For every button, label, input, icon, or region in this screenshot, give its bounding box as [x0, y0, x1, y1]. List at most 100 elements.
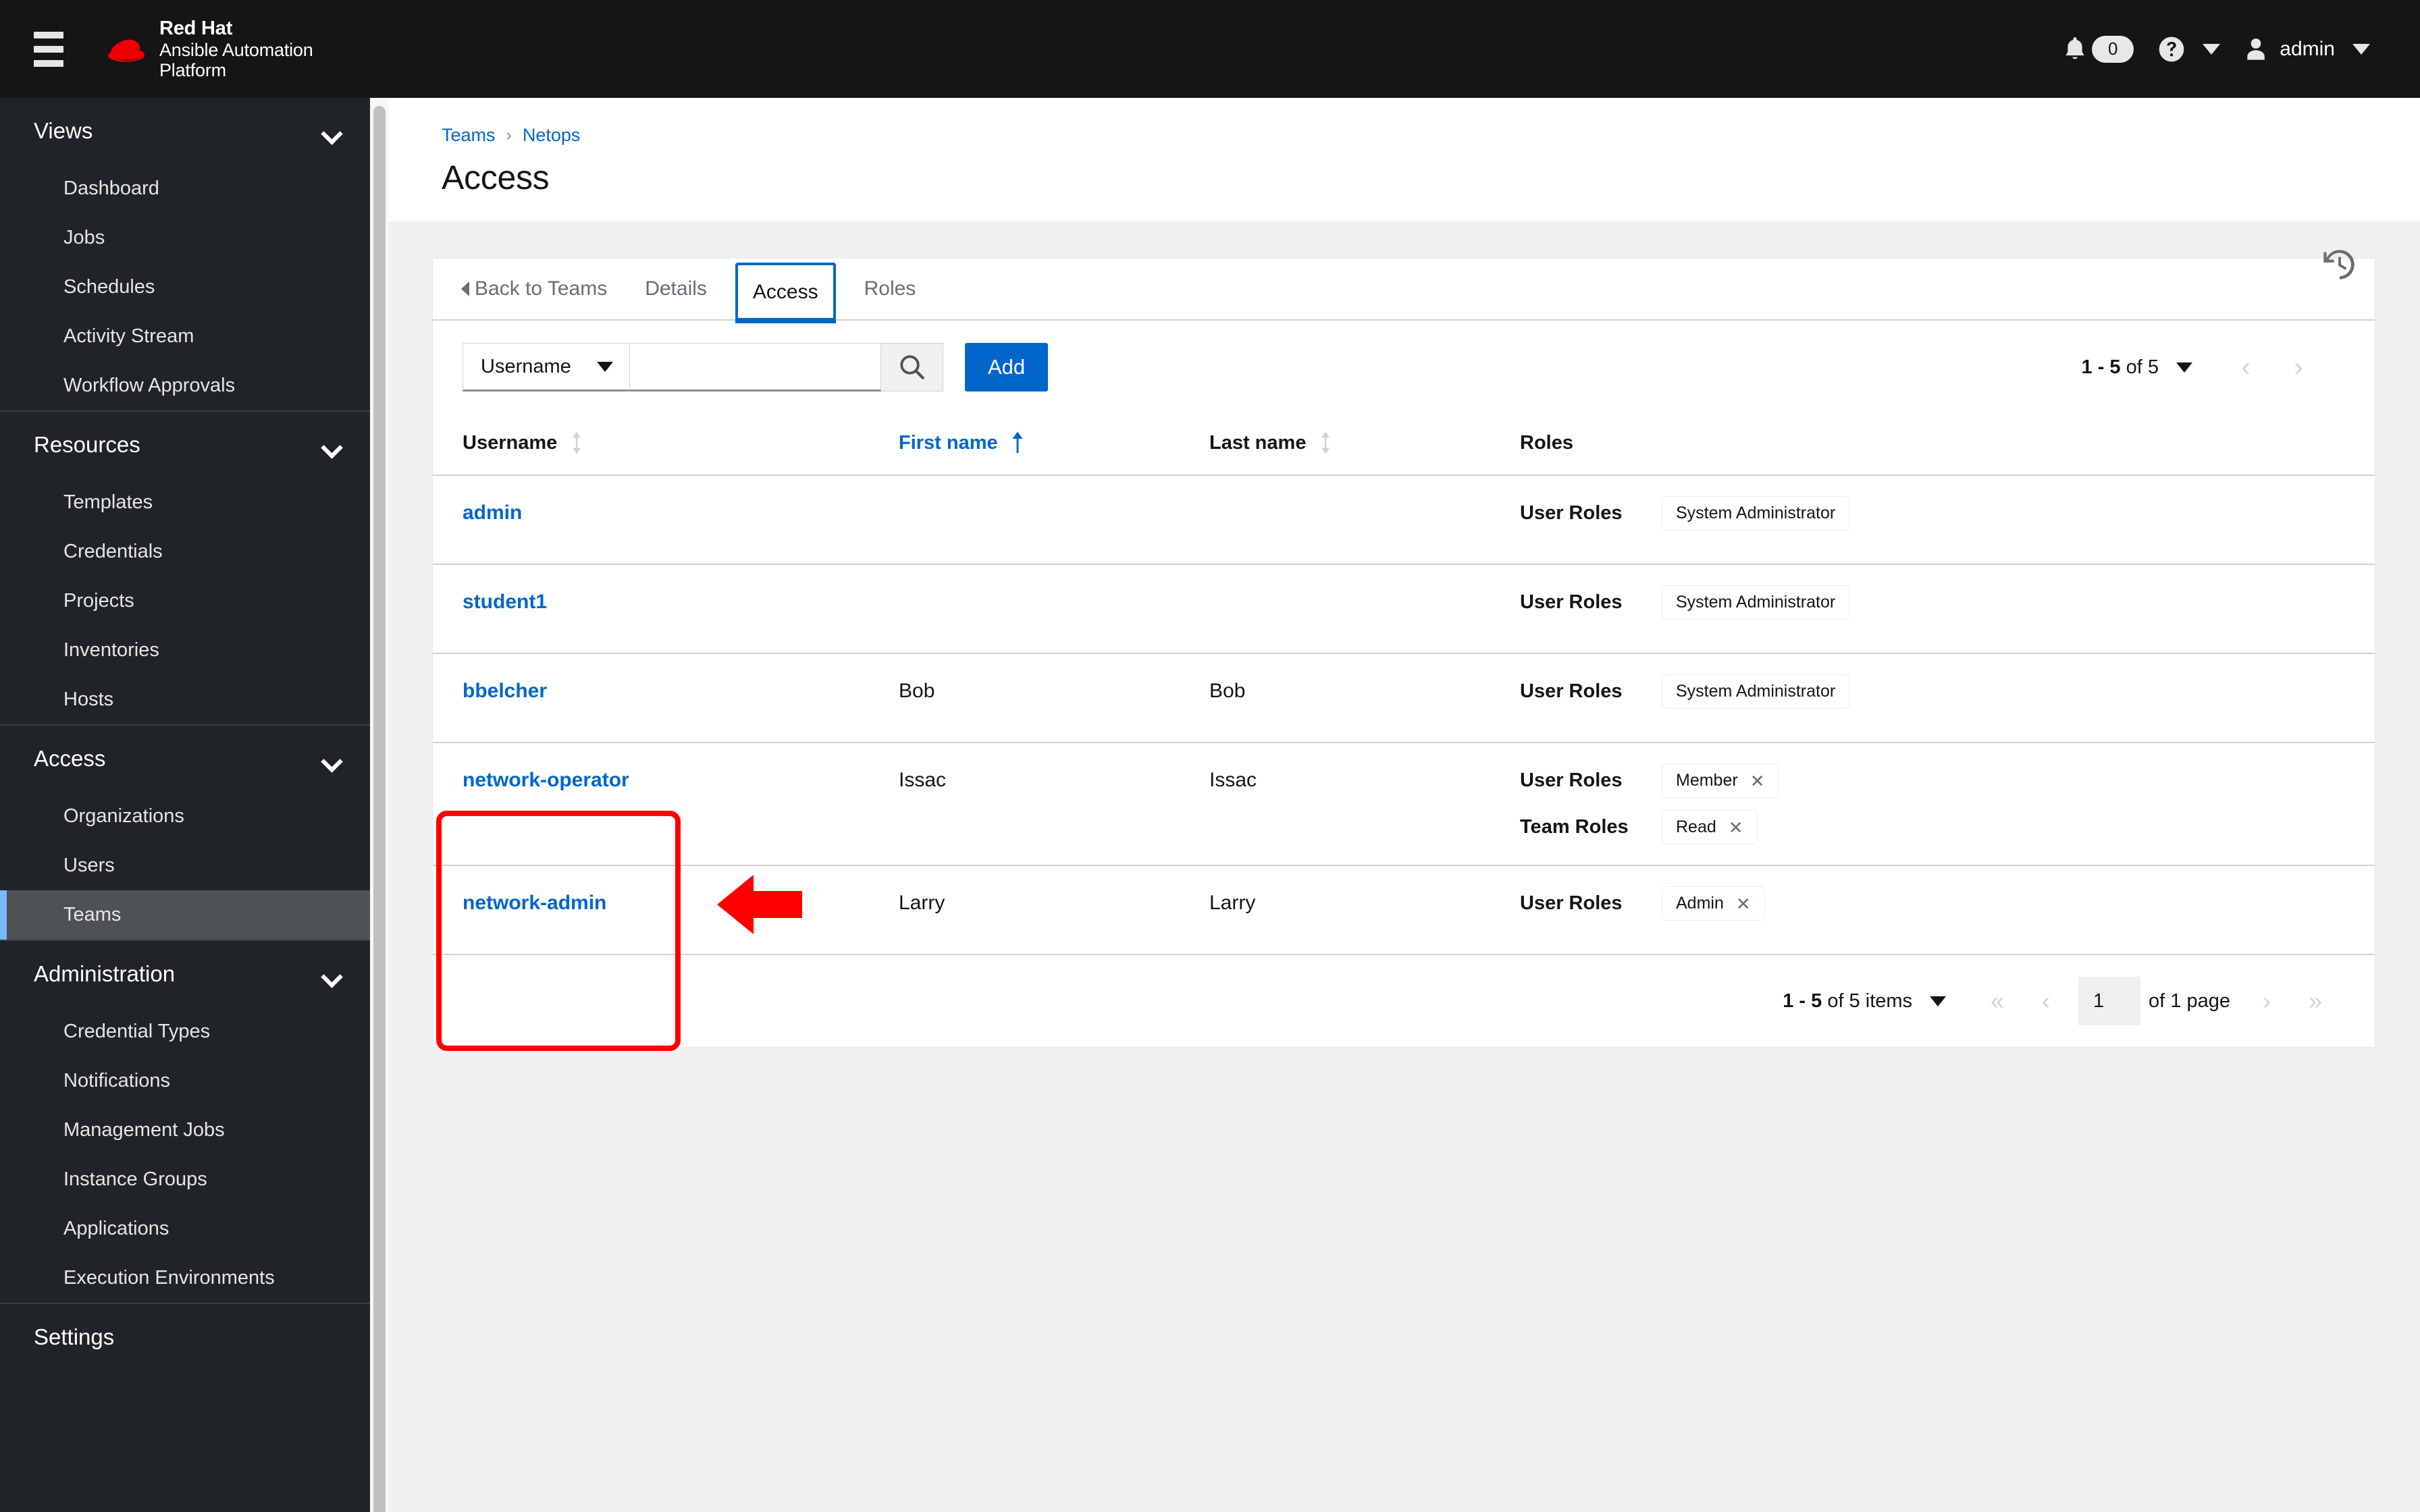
sidebar-section-label: Views [34, 118, 93, 143]
sidebar-item-projects[interactable]: Projects [0, 576, 370, 626]
sidebar-section-label: Administration [34, 961, 176, 986]
bell-icon [2066, 36, 2084, 59]
chevron-left-icon [461, 281, 469, 296]
username-link[interactable]: admin [463, 502, 522, 524]
role-chip-remove-icon[interactable]: ✕ [1729, 819, 1743, 836]
page-header: Teams › Netops Access [389, 98, 2420, 279]
sort-icon[interactable] [571, 431, 583, 454]
column-header-username[interactable]: Username [433, 414, 899, 475]
sidebar-item-inventories[interactable]: Inventories [0, 626, 370, 675]
access-table: Username First name Last name Roles admin Us… [433, 414, 2375, 954]
sidebar-item-applications[interactable]: Applications [0, 1204, 370, 1253]
sidebar-item-notifications[interactable]: Notifications [0, 1056, 370, 1106]
sidebar-scrollbar[interactable] [370, 98, 389, 1512]
sidebar-section-views[interactable]: Views [0, 98, 370, 164]
help-icon [2159, 36, 2184, 61]
cell-first-name: Bob [899, 653, 1209, 742]
sidebar-item-hosts[interactable]: Hosts [0, 675, 370, 724]
sidebar-item-schedules[interactable]: Schedules [0, 263, 370, 312]
cell-username: bbelcher [433, 653, 899, 742]
main-content: Teams › Netops Access Back to Teams Detai… [389, 98, 2420, 1512]
help-menu-button[interactable] [2146, 0, 2232, 98]
column-header-first-name[interactable]: First name [899, 414, 1209, 475]
hamburger-icon[interactable] [34, 30, 72, 68]
top-pagination-prev-button[interactable]: ‹ [2219, 341, 2272, 394]
add-button[interactable]: Add [965, 343, 1049, 392]
role-chip: Admin ✕ [1662, 886, 1765, 921]
bottom-per-page-chevron-down-icon[interactable] [1930, 996, 1947, 1006]
sidebar-item-organizations[interactable]: Organizations [0, 792, 370, 841]
breadcrumb-item-netops[interactable]: Netops [523, 125, 581, 146]
bottom-pagination-summary: 1 - 5 of 5 items [1783, 990, 1912, 1013]
username-link[interactable]: student1 [463, 591, 547, 613]
column-header-inner: Roles [1520, 432, 2375, 454]
username-link[interactable]: network-admin [463, 892, 606, 914]
column-header-label: Username [463, 431, 558, 454]
username-link[interactable]: network-operator [463, 769, 629, 791]
chevron-down-icon [323, 969, 340, 979]
pagination-first-button[interactable]: « [1973, 977, 2022, 1025]
sidebar-section-resources[interactable]: Resources [0, 412, 370, 478]
role-chip-remove-icon[interactable]: ✕ [1736, 895, 1751, 913]
role-group-label: User Roles [1520, 591, 1623, 613]
roles-wrapper: User Roles Member ✕ Team Roles Read ✕ [1520, 743, 2375, 865]
cell-first-name: Issac [899, 742, 1209, 865]
pagination-last-button[interactable]: » [2291, 977, 2340, 1025]
sidebar-group-access: Access Organizations Users Teams [0, 724, 370, 940]
sidebar-item-credentials[interactable]: Credentials [0, 527, 370, 576]
sidebar-section-access[interactable]: Access [0, 726, 370, 792]
cell-roles: User Roles Member ✕ Team Roles Read ✕ [1520, 742, 2375, 865]
scrollbar-thumb[interactable] [373, 106, 386, 1512]
application-root: Red Hat Ansible Automation Platform 0 ad… [0, 0, 2420, 1512]
user-menu-button[interactable]: admin [2232, 0, 2382, 98]
filter-type-select[interactable]: Username [463, 343, 630, 392]
notifications-button[interactable]: 0 [2051, 0, 2146, 98]
cell-first-name-value [899, 565, 1209, 653]
back-to-teams-tab[interactable]: Back to Teams [438, 259, 626, 319]
tab-access[interactable]: Access [735, 263, 836, 323]
sidebar-item-management-jobs[interactable]: Management Jobs [0, 1106, 370, 1155]
sidebar-item-jobs[interactable]: Jobs [0, 213, 370, 263]
cell-roles: User Roles Admin ✕ [1520, 865, 2375, 954]
search-button[interactable] [881, 343, 943, 392]
cell-last-name-value [1209, 476, 1520, 564]
brand-logo[interactable]: Red Hat Ansible Automation Platform [104, 18, 313, 80]
sidebar-item-dashboard[interactable]: Dashboard [0, 164, 370, 213]
search-input[interactable] [630, 343, 881, 392]
page-number-input[interactable] [2078, 977, 2141, 1025]
role-chip-remove-icon[interactable]: ✕ [1750, 772, 1765, 790]
sidebar-navigation: Views Dashboard Jobs Schedules Activity Stre… [0, 98, 370, 1512]
sidebar-item-templates[interactable]: Templates [0, 478, 370, 527]
tab-roles[interactable]: Roles [845, 259, 935, 319]
roles-wrapper: User Roles System Administrator [1520, 565, 2375, 640]
sidebar-item-workflow-approvals[interactable]: Workflow Approvals [0, 361, 370, 410]
pagination-prev-button[interactable]: ‹ [2022, 977, 2070, 1025]
sidebar-item-credential-types[interactable]: Credential Types [0, 1007, 370, 1056]
pagination-next-button[interactable]: › [2242, 977, 2291, 1025]
sidebar-item-activity-stream[interactable]: Activity Stream [0, 312, 370, 361]
sidebar-item-execution-environments[interactable]: Execution Environments [0, 1253, 370, 1303]
sidebar-section-administration[interactable]: Administration [0, 941, 370, 1007]
tab-details[interactable]: Details [626, 259, 726, 319]
sort-icon[interactable] [1319, 431, 1332, 454]
cell-username-inner: bbelcher [433, 654, 899, 742]
username-link[interactable]: bbelcher [463, 680, 547, 702]
activity-history-button[interactable] [2320, 245, 2359, 284]
sidebar-item-instance-groups[interactable]: Instance Groups [0, 1155, 370, 1204]
filter-type-label: Username [481, 355, 571, 377]
breadcrumb-item-teams[interactable]: Teams [442, 125, 496, 146]
column-header-last-name[interactable]: Last name [1209, 414, 1520, 475]
column-header-roles[interactable]: Roles [1520, 414, 2375, 475]
cell-username-inner: student1 [433, 565, 899, 653]
sidebar-item-users[interactable]: Users [0, 841, 370, 890]
top-pagination-next-button[interactable]: › [2272, 341, 2325, 394]
bottom-pagination: 1 - 5 of 5 items « ‹ of 1 page › » [433, 954, 2375, 1047]
cell-last-name-value: Larry [1209, 892, 1256, 914]
per-page-chevron-down-icon[interactable] [2176, 362, 2192, 373]
sidebar-section-settings[interactable]: Settings [0, 1304, 370, 1370]
history-icon [2323, 250, 2355, 279]
sidebar-item-teams[interactable]: Teams [0, 890, 370, 940]
sort-asc-icon[interactable] [1011, 431, 1024, 454]
bottom-pagination-summary-pre: 1 - 5 [1783, 990, 1822, 1012]
role-group-label: User Roles [1520, 502, 1623, 524]
